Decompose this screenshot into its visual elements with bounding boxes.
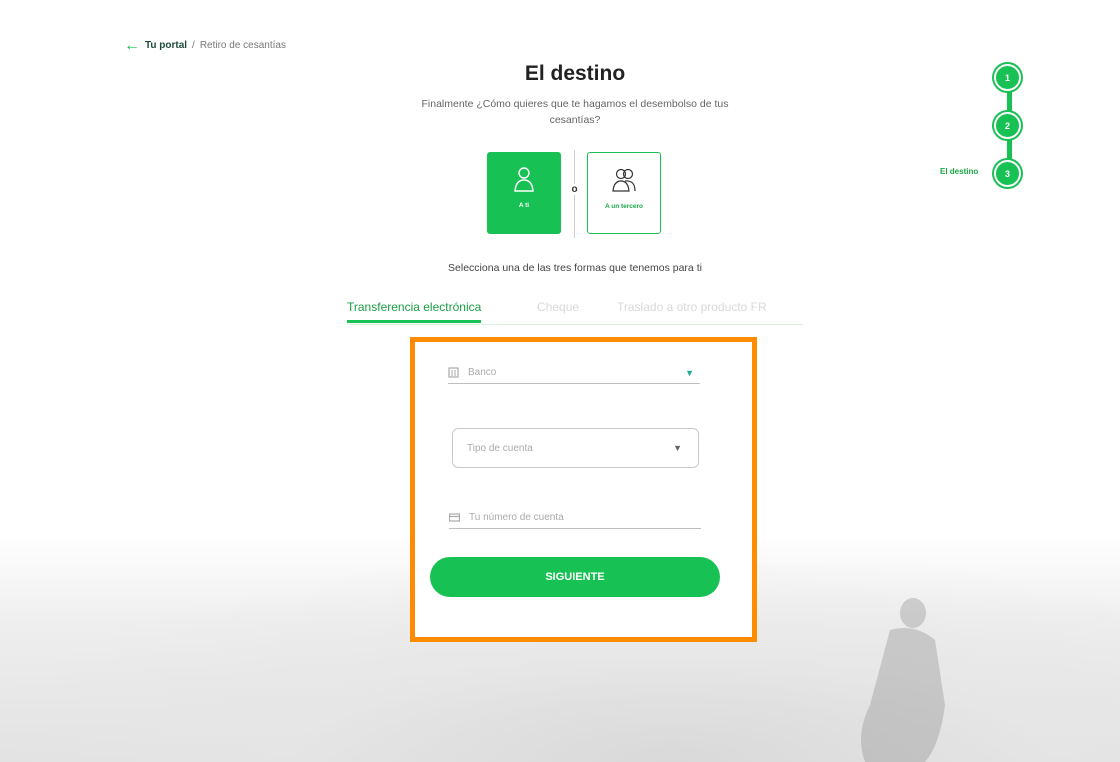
payment-method-instruction: Selecciona una de las tres formas que te… — [448, 262, 702, 274]
chevron-down-icon: ▼ — [685, 367, 694, 378]
chevron-down-icon: ▼ — [673, 443, 682, 453]
payment-method-tabs: Transferencia electrónica Cheque Traslad… — [347, 298, 803, 325]
breadcrumb-current: Retiro de cesantías — [199, 40, 286, 51]
bank-select[interactable]: Banco ▼ — [448, 362, 700, 384]
people-icon — [612, 168, 636, 192]
option-a-un-tercero-label: A un tercero — [604, 203, 644, 210]
account-type-select[interactable]: Tipo de cuenta ▼ — [452, 428, 699, 468]
stepper-step-1: 1 — [994, 64, 1021, 91]
progress-stepper: 1 2 3 — [992, 60, 1026, 190]
arrow-left-icon[interactable]: ← — [124, 37, 140, 53]
account-number-field — [449, 507, 701, 529]
stepper-step-2: 2 — [994, 112, 1021, 139]
bank-select-placeholder: Banco — [468, 367, 497, 378]
option-a-ti[interactable]: A ti — [487, 152, 561, 234]
options-or-text: o — [569, 184, 580, 195]
stepper-current-label: El destino — [940, 167, 979, 176]
breadcrumb-portal-link[interactable]: Tu portal — [145, 40, 187, 51]
breadcrumb: ← Tu portal / Retiro de cesantías — [124, 37, 286, 53]
option-a-ti-label: A ti — [518, 202, 530, 209]
account-number-input[interactable] — [469, 512, 689, 523]
tab-traslado-otro-producto[interactable]: Traslado a otro producto FR — [617, 300, 767, 314]
person-silhouette-image — [861, 598, 945, 762]
stepper-step-3: 3 — [994, 160, 1021, 187]
tab-cheque[interactable]: Cheque — [537, 300, 579, 314]
tab-transferencia-electronica[interactable]: Transferencia electrónica — [347, 300, 482, 323]
siguiente-button[interactable]: SIGUIENTE — [430, 557, 720, 597]
bank-icon — [448, 367, 459, 378]
page-subtitle: Finalmente ¿Cómo quieres que te hagamos … — [421, 98, 729, 126]
breadcrumb-separator: / — [192, 40, 195, 51]
person-icon — [514, 167, 534, 192]
option-a-un-tercero[interactable]: A un tercero — [587, 152, 661, 234]
account-type-placeholder: Tipo de cuenta — [467, 442, 533, 454]
card-icon — [449, 513, 460, 522]
page-title: El destino — [524, 62, 626, 85]
